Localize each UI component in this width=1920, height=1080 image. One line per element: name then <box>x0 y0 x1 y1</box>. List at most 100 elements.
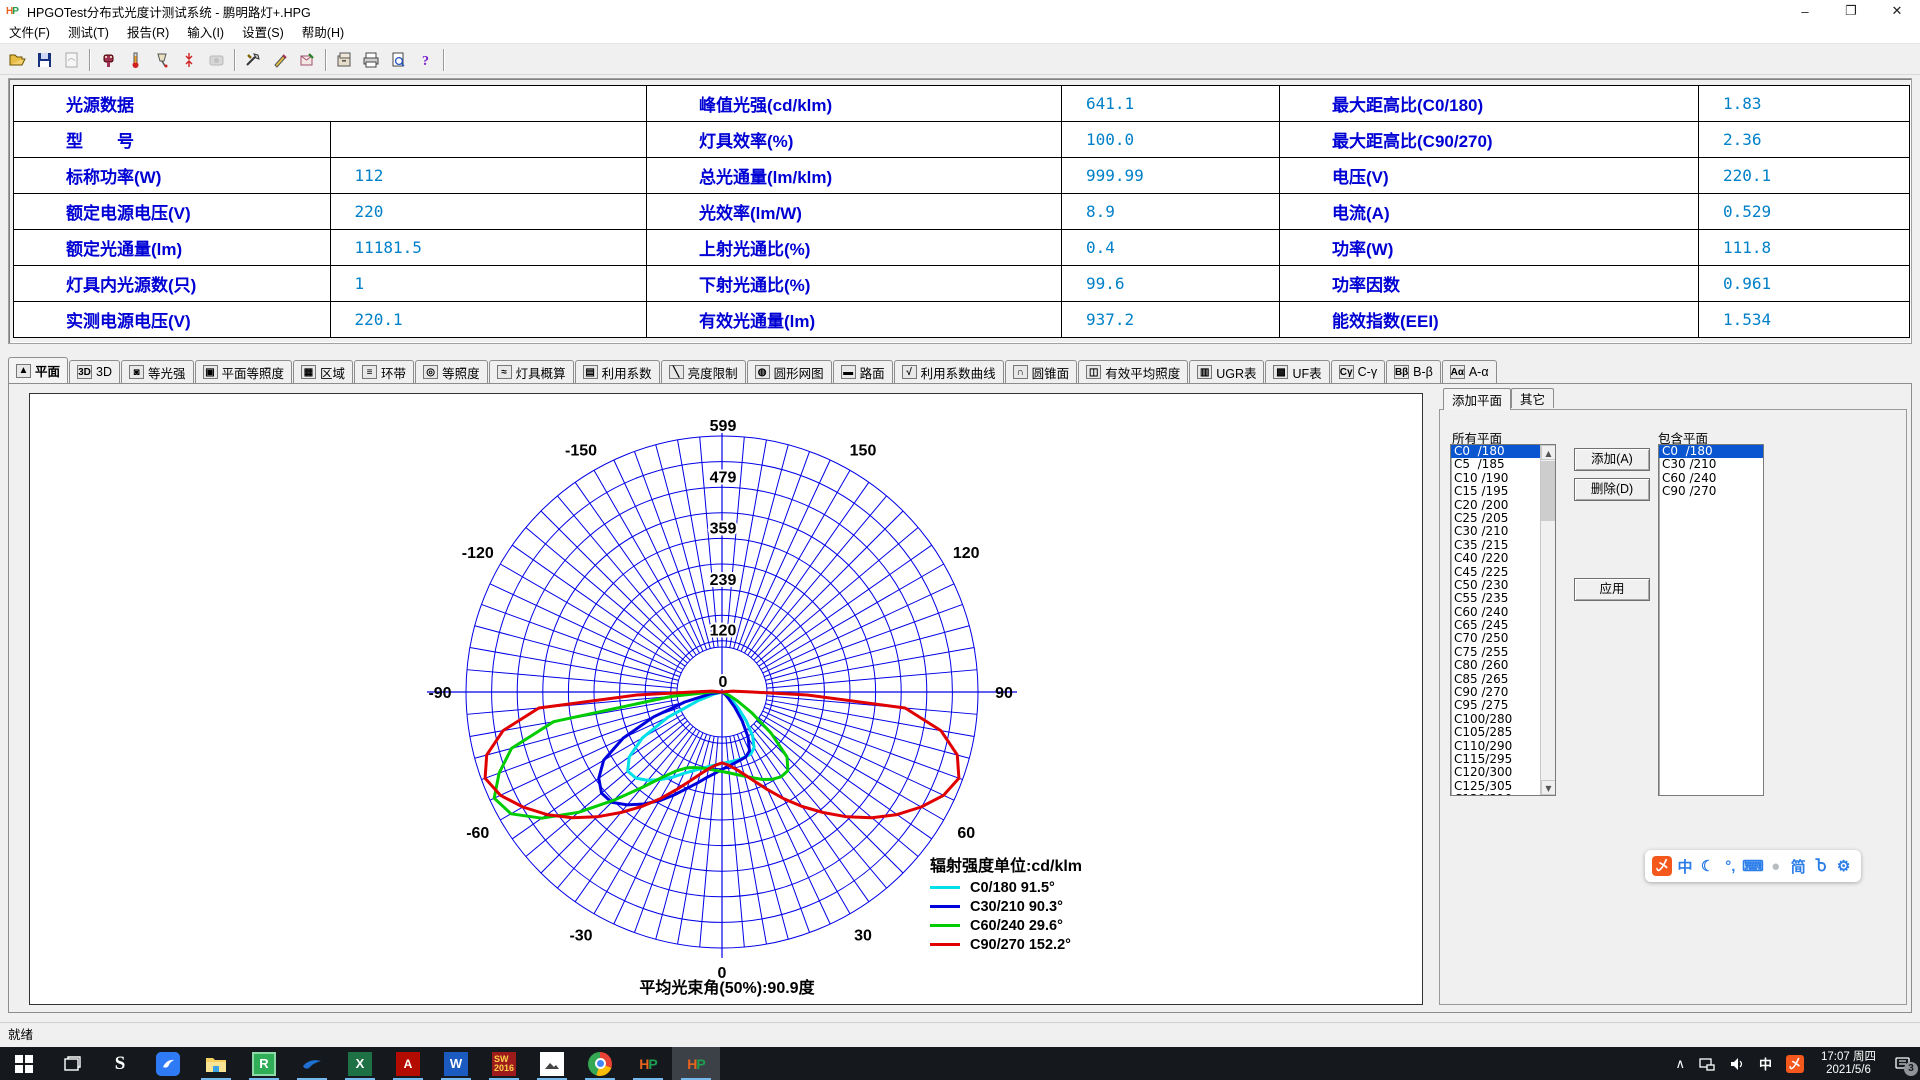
all-planes-scrollbar[interactable]: ▲ ▼ <box>1540 445 1555 795</box>
window-title: HPGOTest分布式光度计测试系统 - 鹏明路灯+.HPG <box>27 2 311 21</box>
ime-night-mode-icon[interactable]: ☾ <box>1698 856 1718 876</box>
view-tab-label: A-α <box>1469 365 1489 379</box>
view-tab-effective-avg-illuminance[interactable]: ◫有效平均照度 <box>1078 360 1188 383</box>
view-tab-plane-iso-illuminance[interactable]: ▣平面等照度 <box>195 360 293 383</box>
menu-input[interactable]: 输入(I) <box>178 22 233 44</box>
toolbar-button-edit-report[interactable] <box>295 48 320 72</box>
view-tab-circular-grid[interactable]: ◍圆形网图 <box>747 360 832 383</box>
toolbar-button-print[interactable] <box>359 48 384 72</box>
view-tab-luminaire-estimate[interactable]: ≈灯具概算 <box>489 360 574 383</box>
ime-simplified-icon[interactable]: 简 <box>1788 856 1808 876</box>
view-tab-plane[interactable]: ▲平面 <box>8 357 68 383</box>
view-tab-iso-illuminance[interactable]: ◎等照度 <box>415 360 488 383</box>
view-tab-ugr-table[interactable]: ▥UGR表 <box>1189 360 1264 383</box>
table-label-cell: 总光通量(lm/klm) <box>647 158 1062 194</box>
view-tab-road-surface[interactable]: ▬路面 <box>833 360 893 383</box>
legend-swatch-C60-240 <box>930 924 960 927</box>
taskbar-excel[interactable]: X <box>336 1047 384 1080</box>
view-tab-utilization-curve[interactable]: √利用系数曲线 <box>894 360 1004 383</box>
menu-settings[interactable]: 设置(S) <box>233 22 293 44</box>
menu-help[interactable]: 帮助(H) <box>293 22 353 44</box>
taskbar-adobe-reader[interactable]: A <box>384 1047 432 1080</box>
clock[interactable]: 17:07 周四 2021/5/6 <box>1821 1051 1876 1077</box>
view-tab-c-gamma[interactable]: CγC-γ <box>1331 360 1385 383</box>
table-row: 实测电源电压(V)220.1有效光通量(lm)937.2能效指数(EEI)1.5… <box>14 302 1910 338</box>
taskbar-hpgotest-a[interactable]: HP <box>624 1047 672 1080</box>
close-button[interactable]: ✕ <box>1874 0 1920 22</box>
included-planes-item[interactable]: C30 /210 <box>1659 458 1763 471</box>
table-label-cell: 额定光通量(lm) <box>14 230 331 266</box>
toolbar-button-calibration[interactable] <box>177 48 202 72</box>
view-tab-iso-intensity[interactable]: ◙等光强 <box>121 360 194 383</box>
toolbar-button-edit-lamp[interactable] <box>268 48 293 72</box>
taskbar-hpgotest-b[interactable]: HP <box>672 1047 720 1080</box>
toolbar-button-print-preview[interactable] <box>386 48 411 72</box>
toolbar-button-open[interactable] <box>5 48 30 72</box>
taskbar-start[interactable] <box>0 1047 48 1080</box>
table-value-cell: 100.0 <box>1062 122 1280 158</box>
toolbar-button-tools[interactable] <box>241 48 266 72</box>
menu-file[interactable]: 文件(F) <box>0 22 59 44</box>
speaker-icon[interactable] <box>1729 1057 1745 1071</box>
plane-tab-add-plane[interactable]: 添加平面 <box>1443 388 1511 410</box>
view-tab-area[interactable]: ▦区域 <box>293 360 353 383</box>
apply-button[interactable]: 应用 <box>1574 578 1650 601</box>
taskbar-file-explorer[interactable] <box>192 1047 240 1080</box>
view-tab-a-alpha[interactable]: AαA-α <box>1442 360 1497 383</box>
scroll-down-arrow[interactable]: ▼ <box>1541 780 1556 795</box>
ime-language-indicator[interactable]: 中 <box>1759 1054 1772 1073</box>
taskbar-photos[interactable] <box>528 1047 576 1080</box>
toolbar-button-thermometer[interactable] <box>123 48 148 72</box>
all-planes-listbox[interactable]: C0 /180C5 /185C10 /190C15 /195C20 /200C2… <box>1450 444 1556 796</box>
view-tab-3d[interactable]: 3D3D <box>69 360 120 383</box>
sogou-logo-icon[interactable]: 乄 <box>1652 856 1672 876</box>
remove-plane-button[interactable]: 删除(D) <box>1574 478 1650 501</box>
taskbar-chrome[interactable] <box>576 1047 624 1080</box>
network-icon[interactable] <box>1699 1057 1715 1071</box>
taskbar-task-view[interactable] <box>48 1047 96 1080</box>
included-planes-item[interactable]: C60 /240 <box>1659 472 1763 485</box>
view-tab-utilization-factor[interactable]: ▤利用系数 <box>575 360 660 383</box>
ime-settings-icon[interactable]: ⚙ <box>1834 856 1854 876</box>
taskbar-solidworks-2016[interactable]: SW2016 <box>480 1047 528 1080</box>
table-value-cell: 99.6 <box>1062 266 1280 302</box>
ime-punctuation-icon[interactable]: °, <box>1720 856 1740 876</box>
toolbar-button-help[interactable]: ? <box>413 48 438 72</box>
ime-mode-chinese-icon[interactable]: 中 <box>1675 856 1695 876</box>
toolbar-button-archive[interactable] <box>332 48 357 72</box>
table-row: 型 号灯具效率(%)100.0最大距高比(C90/270)2.36 <box>14 122 1910 158</box>
view-tab-uf-table[interactable]: ▩UF表 <box>1265 360 1329 383</box>
view-tab-luminance-limit[interactable]: ╲亮度限制 <box>661 360 746 383</box>
sogou-tray-icon[interactable]: 乄 <box>1786 1055 1804 1073</box>
toolbar-button-save[interactable] <box>32 48 57 72</box>
ime-soft-keyboard-icon[interactable]: ⌨ <box>1743 856 1763 876</box>
menu-report[interactable]: 报告(R) <box>118 22 178 44</box>
included-planes-item[interactable]: C0 /180 <box>1659 445 1763 458</box>
included-planes-listbox[interactable]: C0 /180C30 /210C60 /240C90 /270 <box>1658 444 1764 796</box>
taskbar-blue-swoosh-app[interactable] <box>288 1047 336 1080</box>
ime-toolbar[interactable]: 乄中☾°,⌨●简Ⴆ⚙ <box>1645 850 1861 882</box>
toolbar-button-lamp-test[interactable] <box>150 48 175 72</box>
taskbar-word[interactable]: W <box>432 1047 480 1080</box>
ime-account-icon[interactable]: ● <box>1766 856 1786 876</box>
notification-center-icon[interactable]: 3 <box>1886 1047 1920 1080</box>
taskbar-thunder[interactable] <box>144 1047 192 1080</box>
minimize-button[interactable]: – <box>1782 0 1828 22</box>
taskbar-sogou-input[interactable]: S <box>96 1047 144 1080</box>
toolbar-button-goniometer[interactable] <box>96 48 121 72</box>
add-plane-button[interactable]: 添加(A) <box>1574 448 1650 471</box>
view-tab-annulus[interactable]: ≡环带 <box>354 360 414 383</box>
tray-chevron-icon[interactable]: ∧ <box>1675 1056 1685 1072</box>
restore-button[interactable]: ❐ <box>1828 0 1874 22</box>
taskbar-green-r-app[interactable]: R <box>240 1047 288 1080</box>
scroll-up-arrow[interactable]: ▲ <box>1541 445 1556 460</box>
menu-test[interactable]: 测试(T) <box>59 22 118 44</box>
angle-tick-label: 120 <box>953 545 980 562</box>
plane-tab-other[interactable]: 其它 <box>1511 388 1554 408</box>
legend-swatch-C30-210 <box>930 905 960 908</box>
view-tab-cone-surface[interactable]: ∩圆锥面 <box>1005 360 1078 383</box>
view-tab-b-beta[interactable]: BβB-β <box>1386 360 1441 383</box>
included-planes-item[interactable]: C90 /270 <box>1659 485 1763 498</box>
scrollbar-thumb[interactable] <box>1541 461 1556 521</box>
ime-skin-icon[interactable]: Ⴆ <box>1811 856 1831 876</box>
